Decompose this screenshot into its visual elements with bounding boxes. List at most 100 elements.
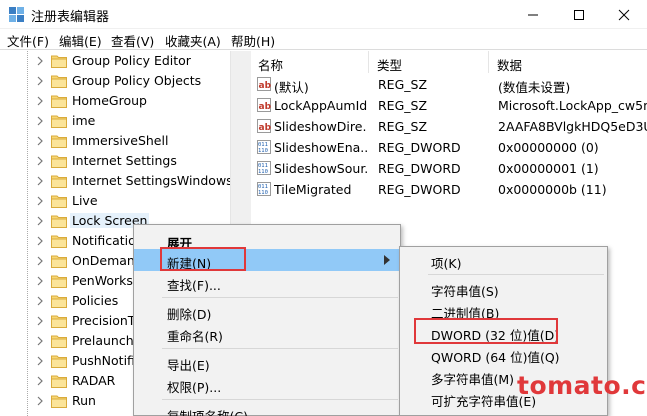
- tree-item-label: ime: [72, 113, 96, 128]
- string-value-icon: ab: [257, 77, 272, 91]
- ctx-copy-key-name[interactable]: 复制项名称(C): [134, 402, 400, 416]
- tree-item[interactable]: Group Policy Editor: [0, 51, 247, 71]
- chevron-right-icon[interactable]: [35, 55, 45, 67]
- tree-item-label: Run: [72, 393, 96, 408]
- column-header-type[interactable]: 类型: [369, 51, 489, 73]
- ctx-rename[interactable]: 重命名(R): [134, 322, 400, 344]
- value-row[interactable]: 011 110 SlideshowSour... REG_DWORD 0x0000000…: [251, 158, 647, 179]
- value-data: (数值未设置): [498, 80, 571, 95]
- menu-view[interactable]: 查看(V): [111, 31, 154, 50]
- chevron-right-icon[interactable]: [35, 195, 45, 207]
- chevron-right-icon[interactable]: [35, 355, 45, 367]
- folder-icon: [51, 114, 67, 128]
- tree-item-label: Internet SettingsWindows: [72, 173, 233, 188]
- chevron-right-icon[interactable]: [35, 275, 45, 287]
- svg-text:110: 110: [258, 148, 268, 154]
- chevron-right-icon[interactable]: [35, 175, 45, 187]
- ctx-separator: [162, 297, 398, 298]
- chevron-right-icon[interactable]: [35, 155, 45, 167]
- ctx-separator: [162, 348, 398, 349]
- value-type: REG_DWORD: [378, 140, 461, 155]
- chevron-right-icon[interactable]: [35, 255, 45, 267]
- maximize-button[interactable]: [556, 0, 602, 29]
- tree-item[interactable]: Live: [0, 191, 247, 211]
- chevron-right-icon[interactable]: [35, 235, 45, 247]
- folder-icon: [51, 254, 67, 268]
- chevron-right-icon[interactable]: [35, 375, 45, 387]
- svg-text:110: 110: [258, 169, 268, 175]
- column-header-data[interactable]: 数据: [489, 51, 647, 73]
- chevron-right-icon[interactable]: [35, 135, 45, 147]
- value-name: TileMigrated: [274, 182, 352, 197]
- folder-icon: [51, 154, 67, 168]
- menu-file[interactable]: 文件(F): [7, 31, 49, 50]
- string-value-icon: ab: [257, 119, 272, 133]
- tree-item-label: HomeGroup: [72, 93, 147, 108]
- ctx-export[interactable]: 导出(E): [134, 351, 400, 373]
- column-header-name[interactable]: 名称: [251, 51, 369, 73]
- close-button[interactable]: [601, 0, 647, 29]
- menu-favorites[interactable]: 收藏夹(A): [165, 31, 221, 50]
- menu-help[interactable]: 帮助(H): [231, 31, 275, 50]
- tree-item-label: Internet Settings: [72, 153, 177, 168]
- value-data: Microsoft.LockApp_cw5n1: [498, 98, 647, 113]
- folder-icon: [51, 354, 67, 368]
- value-data: 0x00000001 (1): [498, 161, 599, 176]
- sub-qword-value-label: QWORD (64 位)值(Q): [431, 350, 560, 365]
- folder-icon: [51, 394, 67, 408]
- chevron-right-icon[interactable]: [35, 115, 45, 127]
- ctx-find[interactable]: 查找(F)...: [134, 271, 400, 293]
- menu-bar: 文件(F) 编辑(E) 查看(V) 收藏夹(A) 帮助(H): [0, 29, 647, 50]
- tree-item-label: PrecisionT: [72, 313, 136, 328]
- value-row[interactable]: ab (默认) REG_SZ (数值未设置): [251, 74, 647, 95]
- tree-item-label: Policies: [72, 293, 119, 308]
- svg-text:ab: ab: [259, 102, 272, 112]
- chevron-right-icon[interactable]: [35, 75, 45, 87]
- value-row[interactable]: ab LockAppAumId REG_SZ Microsoft.LockApp_cw…: [251, 95, 647, 116]
- ctx-permissions[interactable]: 权限(P)...: [134, 373, 400, 395]
- ctx-copy-key-name-label: 复制项名称(C): [167, 406, 248, 416]
- folder-icon: [51, 294, 67, 308]
- ctx-delete[interactable]: 删除(D): [134, 300, 400, 322]
- minimize-button[interactable]: [510, 0, 556, 29]
- folder-icon: [51, 94, 67, 108]
- menu-edit[interactable]: 编辑(E): [59, 31, 102, 50]
- tree-item[interactable]: HomeGroup: [0, 91, 247, 111]
- chevron-right-icon[interactable]: [35, 315, 45, 327]
- binary-value-icon: 011 110: [257, 182, 271, 196]
- ctx-separator: [162, 399, 398, 400]
- value-name: SlideshowSour...: [274, 161, 367, 176]
- sub-qword-value[interactable]: QWORD (64 位)值(Q): [400, 343, 607, 365]
- svg-text:110: 110: [258, 190, 268, 196]
- tree-item[interactable]: ImmersiveShell: [0, 131, 247, 151]
- maximize-icon: [574, 9, 584, 20]
- value-data: 2AAFA8BVlgkHDQ5eD3U: [498, 119, 647, 134]
- annotation-box-new: [160, 247, 246, 271]
- tree-item[interactable]: ime: [0, 111, 247, 131]
- value-type: REG_DWORD: [378, 182, 461, 197]
- tree-item[interactable]: Group Policy Objects: [0, 71, 247, 91]
- sub-string-value-label: 字符串值(S): [431, 284, 499, 299]
- sub-key[interactable]: 项(K): [400, 249, 607, 271]
- ctx-find-label: 查找(F)...: [167, 278, 221, 293]
- folder-icon: [51, 174, 67, 188]
- value-name: LockAppAumId: [274, 98, 367, 113]
- chevron-right-icon[interactable]: [35, 295, 45, 307]
- tree-item[interactable]: Internet Settings: [0, 151, 247, 171]
- tree-item-label: Group Policy Objects: [72, 73, 202, 88]
- tree-item-label: PenWorks: [72, 273, 133, 288]
- chevron-right-icon[interactable]: [35, 95, 45, 107]
- sub-separator: [428, 274, 604, 275]
- value-row[interactable]: 011 110 TileMigrated REG_DWORD 0x0000000b (1…: [251, 179, 647, 200]
- tree-item[interactable]: Internet SettingsWindows: [0, 171, 247, 191]
- sub-string-value[interactable]: 字符串值(S): [400, 277, 607, 299]
- value-row[interactable]: ab SlideshowDire... REG_SZ 2AAFA8BVlgkHDQ5e…: [251, 116, 647, 137]
- value-type: REG_SZ: [378, 77, 428, 92]
- folder-icon: [51, 334, 67, 348]
- chevron-right-icon[interactable]: [35, 215, 45, 227]
- value-row[interactable]: 011 110 SlideshowEna... REG_DWORD 0x00000000…: [251, 137, 647, 158]
- chevron-right-icon[interactable]: [35, 335, 45, 347]
- sub-key-label: 项(K): [431, 256, 462, 271]
- ctx-permissions-label: 权限(P)...: [167, 380, 222, 395]
- chevron-right-icon[interactable]: [35, 395, 45, 407]
